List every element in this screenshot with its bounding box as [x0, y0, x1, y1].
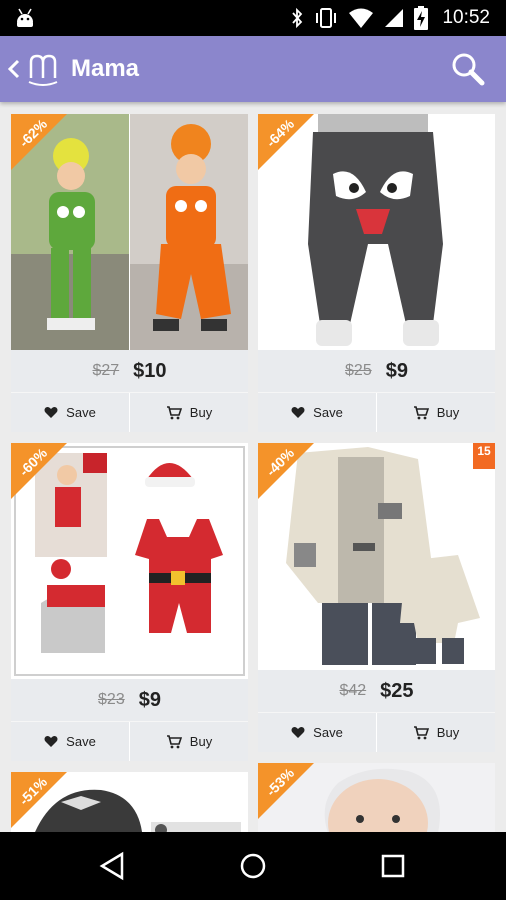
cart-icon — [166, 405, 182, 419]
back-arrow-icon[interactable] — [4, 54, 24, 84]
app-title: Mama — [71, 55, 140, 82]
product-grid: -62% $27 $10 Save Buy -64% $25 $9 Save B… — [0, 102, 506, 832]
product-card[interactable]: -64% $25 $9 Save Buy — [258, 114, 495, 432]
save-button[interactable]: Save — [11, 393, 129, 432]
card-actions: Save Buy — [11, 392, 248, 432]
product-image[interactable]: -60% — [11, 443, 248, 679]
heart-icon — [44, 407, 58, 418]
save-button[interactable]: Save — [258, 393, 376, 432]
bluetooth-icon — [292, 7, 303, 29]
wifi-icon — [349, 8, 374, 28]
sale-price: $10 — [133, 359, 167, 382]
discount-ribbon: -62% — [11, 114, 67, 170]
product-card[interactable]: -62% $27 $10 Save Buy — [11, 114, 248, 432]
card-actions: Save Buy — [11, 721, 248, 761]
original-price: $25 — [345, 362, 372, 379]
search-icon[interactable] — [450, 51, 486, 87]
discount-ribbon: -40% — [258, 443, 314, 499]
sale-price: $25 — [380, 679, 414, 702]
product-image[interactable]: -40% 15 — [258, 443, 495, 670]
save-button[interactable]: Save — [258, 713, 376, 752]
discount-ribbon: -60% — [11, 443, 67, 499]
card-actions: Save Buy — [258, 712, 495, 752]
price-row: $23 $9 — [11, 679, 248, 721]
mama-logo-icon — [28, 54, 58, 86]
product-card[interactable]: -51% — [11, 772, 248, 832]
product-card[interactable]: -60% $23 $9 Save Buy — [11, 443, 248, 761]
product-card[interactable]: -53% — [258, 763, 495, 832]
heart-icon — [44, 736, 58, 747]
clock: 10:52 — [442, 7, 490, 28]
status-icons: 10:52 — [290, 5, 490, 31]
system-navigation-bar — [0, 832, 506, 900]
cell-signal-icon — [385, 9, 404, 27]
sale-price: $9 — [385, 359, 408, 382]
original-price: $23 — [98, 691, 125, 708]
product-image[interactable]: -51% — [11, 772, 248, 832]
buy-button[interactable]: Buy — [376, 393, 495, 432]
product-image[interactable]: -64% — [258, 114, 495, 350]
status-bar: 10:52 — [0, 0, 506, 36]
cart-icon — [413, 405, 429, 419]
nav-back-icon[interactable] — [98, 851, 128, 881]
price-row: $42 $25 — [258, 670, 495, 712]
price-row: $27 $10 — [11, 350, 248, 392]
heart-icon — [291, 407, 305, 418]
vibrate-icon — [316, 8, 337, 28]
heart-icon — [291, 727, 305, 738]
cart-icon — [413, 725, 429, 739]
original-price: $42 — [339, 682, 367, 699]
price-row: $25 $9 — [258, 350, 495, 392]
card-actions: Save Buy — [258, 392, 495, 432]
android-notification-icon — [17, 8, 33, 27]
corner-badge: 15 — [473, 443, 495, 469]
discount-ribbon: -51% — [11, 772, 67, 828]
app-bar: Mama — [0, 36, 506, 102]
sale-price: $9 — [138, 688, 161, 711]
battery-charging-icon — [414, 6, 429, 30]
buy-button[interactable]: Buy — [129, 722, 248, 761]
buy-button[interactable]: Buy — [129, 393, 248, 432]
product-image[interactable]: -62% — [11, 114, 248, 350]
cart-icon — [166, 734, 182, 748]
product-image[interactable]: -53% — [258, 763, 495, 832]
product-card[interactable]: -40% 15 $42 $25 Save Buy — [258, 443, 495, 752]
nav-recents-icon[interactable] — [378, 851, 408, 881]
discount-ribbon: -64% — [258, 114, 314, 170]
discount-ribbon: -53% — [258, 763, 314, 819]
buy-button[interactable]: Buy — [376, 713, 495, 752]
nav-home-icon[interactable] — [238, 851, 268, 881]
save-button[interactable]: Save — [11, 722, 129, 761]
original-price: $27 — [92, 362, 120, 379]
